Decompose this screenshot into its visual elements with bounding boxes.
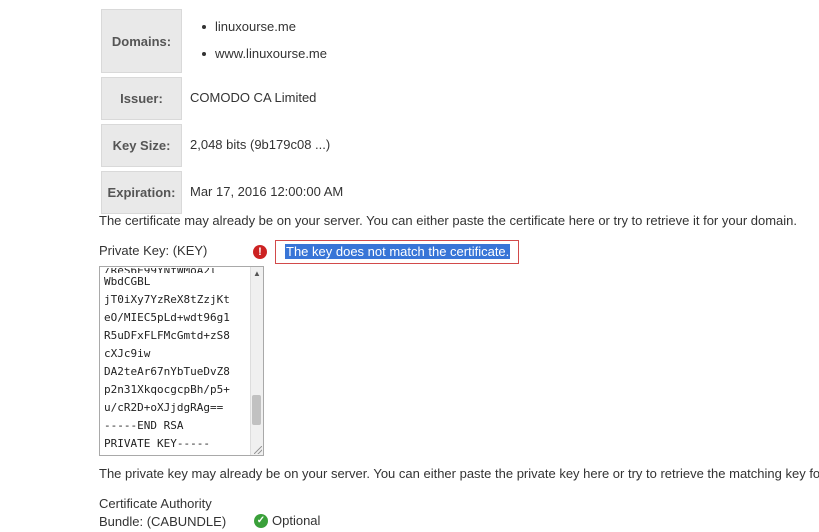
certificate-help-text: The certificate may already be on your s… [99, 213, 798, 228]
error-icon: ! [253, 245, 267, 259]
key-size-header: Key Size: [101, 124, 182, 167]
key-line: WbdCGBL [104, 275, 151, 288]
certificate-details-table: Domains: linuxourse.me www.linuxourse.me… [101, 9, 343, 218]
domain-list: linuxourse.me www.linuxourse.me [190, 13, 327, 67]
textarea-scrollbar[interactable]: ▲ [250, 267, 263, 455]
issuer-row: Issuer: COMODO CA Limited [101, 77, 343, 120]
resize-grip-icon[interactable] [254, 446, 262, 454]
key-line: p2n31XkqocgcpBh/p5+ [104, 383, 230, 396]
private-key-textarea[interactable]: /ReS6E99YNfWMoA2l WbdCGBL jT0iXy7YzReX8t… [99, 266, 264, 456]
key-line: eO/MIEC5pLd+wdt96g1 [104, 311, 230, 324]
check-circle-icon: ✓ [254, 514, 268, 528]
key-line: R5uDFxFLFMcGmtd+zS8 [104, 329, 230, 342]
key-line: u/cR2D+oXJjdgRAg== [104, 401, 224, 414]
ca-bundle-label-line1: Certificate Authority [99, 496, 212, 511]
scrollbar-thumb[interactable] [252, 395, 261, 425]
key-size-value: 2,048 bits (9b179c08 ...) [190, 137, 331, 152]
issuer-value: COMODO CA Limited [190, 90, 317, 105]
key-line: PRIVATE KEY----- [104, 437, 210, 450]
issuer-header: Issuer: [101, 77, 182, 120]
key-line: jT0iXy7YzReX8tZzjKt [104, 293, 230, 306]
domain-item: linuxourse.me [190, 13, 327, 40]
key-line: -----END RSA [104, 419, 184, 432]
key-line: DA2teAr67nYbTueDvZ8 [104, 365, 230, 378]
scroll-up-arrow-icon[interactable]: ▲ [253, 269, 261, 278]
ca-bundle-label: Certificate Authority Bundle: (CABUNDLE) [99, 495, 226, 531]
domains-row: Domains: linuxourse.me www.linuxourse.me [101, 9, 343, 73]
private-key-content[interactable]: /ReS6E99YNfWMoA2l WbdCGBL jT0iXy7YzReX8t… [104, 268, 252, 453]
error-tooltip: The key does not match the certificate. [275, 240, 519, 264]
domains-cell: linuxourse.me www.linuxourse.me [182, 9, 327, 71]
expiration-value: Mar 17, 2016 12:00:00 AM [190, 184, 344, 199]
error-message: The key does not match the certificate. [285, 244, 511, 259]
ca-bundle-label-line2: Bundle: (CABUNDLE) [99, 514, 227, 529]
ca-bundle-status: Optional [272, 513, 321, 528]
key-size-row: Key Size: 2,048 bits (9b179c08 ...) [101, 124, 343, 167]
private-key-help-text: The private key may already be on your s… [99, 466, 819, 481]
expiration-header: Expiration: [101, 171, 182, 214]
domain-item: www.linuxourse.me [190, 40, 327, 67]
private-key-label: Private Key: (KEY) [99, 243, 208, 258]
domains-header: Domains: [101, 9, 182, 73]
key-line: cXJc9iw [104, 347, 151, 360]
expiration-row: Expiration: Mar 17, 2016 12:00:00 AM [101, 171, 343, 214]
